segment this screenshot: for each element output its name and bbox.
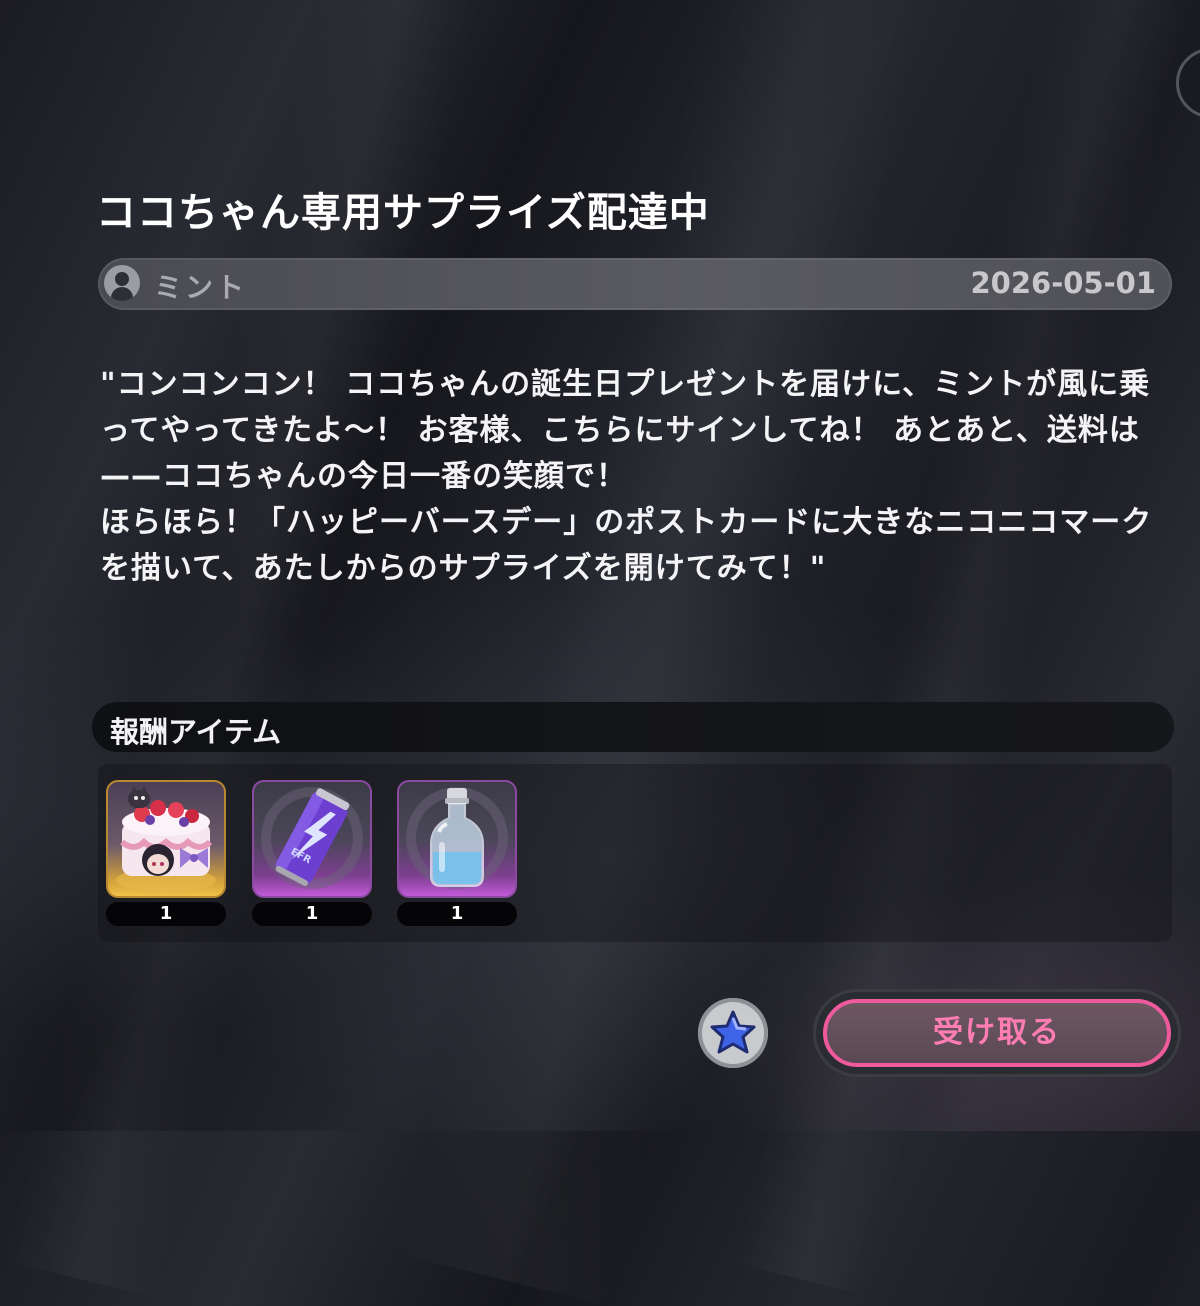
cake-icon [106, 780, 226, 898]
message-paragraph: ほらほら！「ハッピーバースデー」のポストカードに大きなニコニコマークを描いて、あ… [100, 505, 1153, 586]
message-paragraph: "コンコンコン！ ココちゃんの誕生日プレゼントを届けに、ミントが風に乗ってやって… [100, 367, 1151, 494]
mail-message: "コンコンコン！ ココちゃんの誕生日プレゼントを届けに、ミントが風に乗ってやって… [100, 362, 1175, 592]
item-quantity: 1 [252, 902, 372, 926]
claim-button-label: 受け取る [933, 1015, 1061, 1050]
item-quantity: 1 [397, 902, 517, 926]
energy-drink-can-icon: EFR [252, 780, 372, 898]
star-icon [710, 1010, 756, 1054]
sender-bar: ミント 2026-05-01 [98, 258, 1172, 310]
mail-title: ココちゃん専用サプライズ配達中 [96, 190, 710, 236]
rewards-title: 報酬アイテム [110, 715, 282, 749]
bottle-icon [397, 780, 517, 898]
sender-name: ミント [154, 271, 248, 304]
mail-date: 2026-05-01 [970, 266, 1157, 300]
claim-button[interactable]: 受け取る [816, 992, 1178, 1074]
reward-item-energy-drink[interactable]: EFR 1 [252, 780, 372, 928]
favorite-star-button[interactable] [698, 998, 768, 1068]
corner-button[interactable] [1176, 48, 1200, 118]
rewards-header: 報酬アイテム [92, 702, 1174, 752]
reward-item-potion-bottle[interactable]: 1 [397, 780, 517, 928]
user-icon [104, 265, 140, 301]
item-quantity: 1 [106, 902, 226, 926]
reward-item-birthday-cake[interactable]: 1 [106, 780, 226, 928]
